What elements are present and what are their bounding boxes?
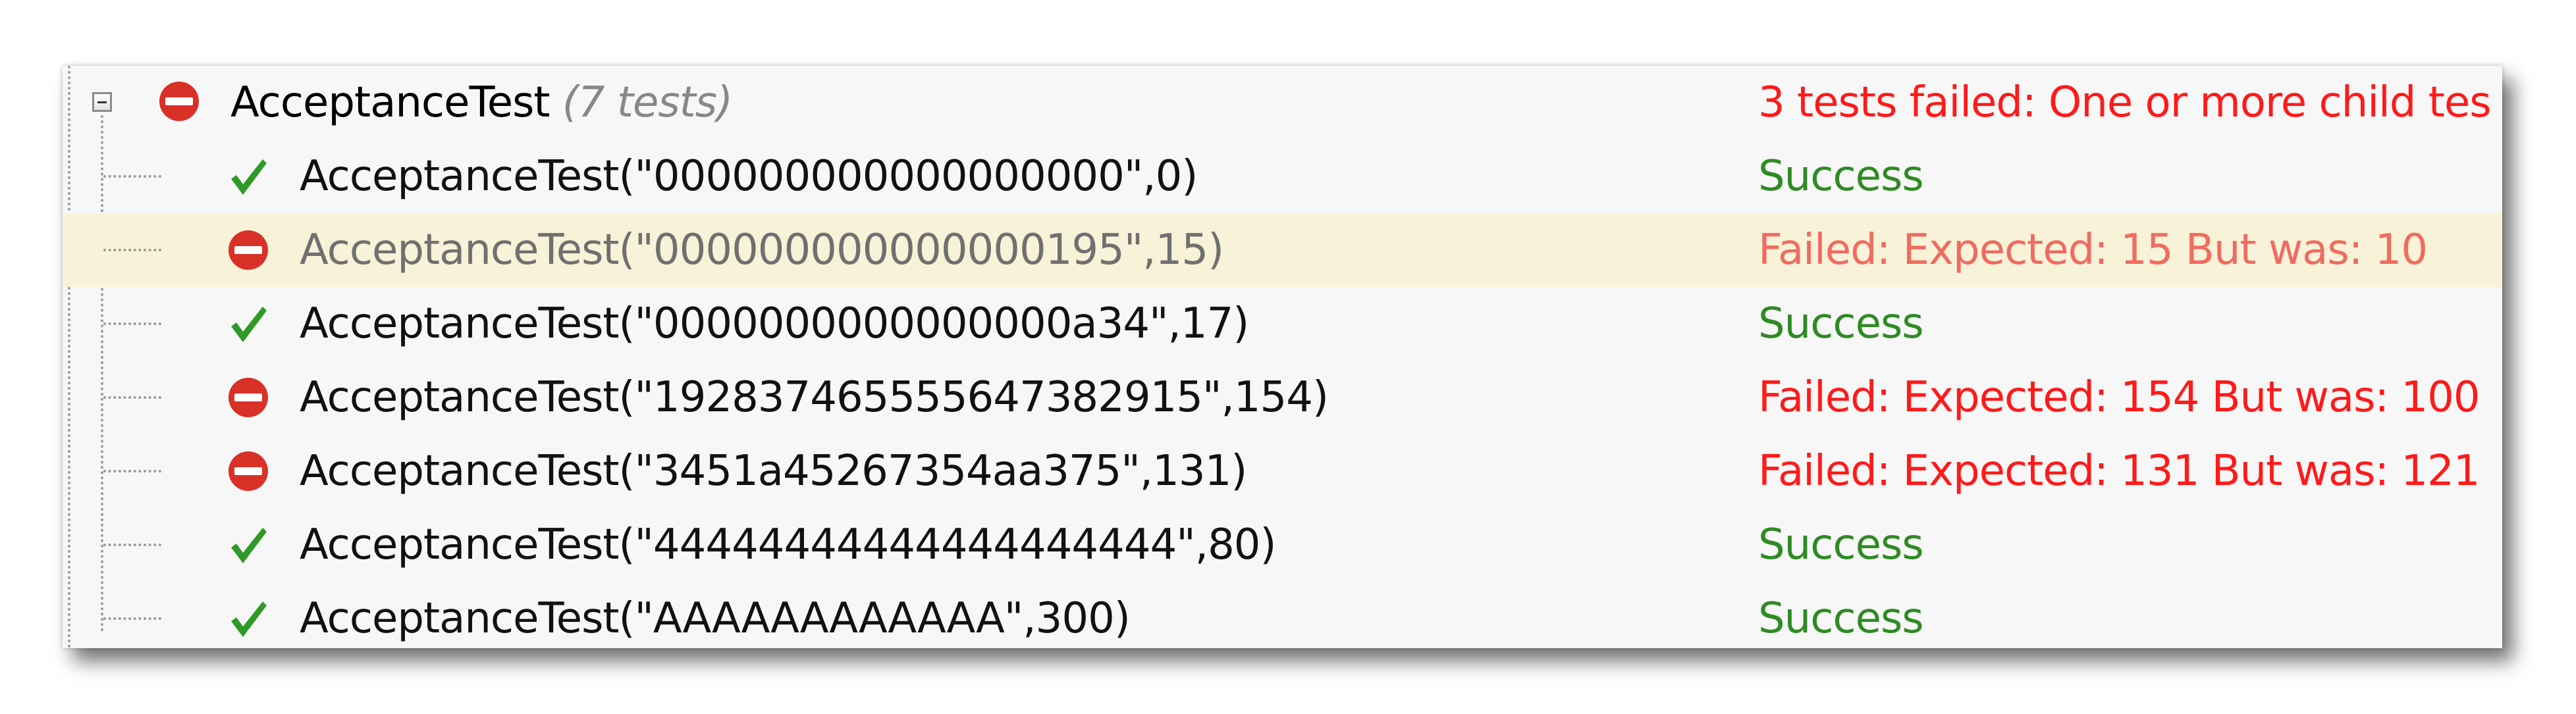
test-status: Failed: Expected: 15 But was: 10: [1758, 226, 2428, 274]
failed-icon: [228, 451, 268, 491]
test-status: Success: [1758, 521, 1924, 569]
check-icon: [231, 159, 267, 195]
check-icon: [231, 601, 267, 637]
test-row[interactable]: AcceptanceTest("192837465555647382915",1…: [63, 361, 2502, 434]
test-name: AcceptanceTest("000000000000000000",0): [300, 152, 1198, 201]
test-name: AcceptanceTest("44444444444444444444",80…: [300, 521, 1276, 569]
test-row[interactable]: AcceptanceTest("3451a45267354aa375",131)…: [63, 434, 2502, 508]
test-status: Failed: Expected: 154 But was: 100: [1758, 373, 2480, 422]
test-name: AcceptanceTest("AAAAAAAAAAAA",300): [300, 594, 1131, 643]
failed-icon: [228, 230, 268, 270]
suite-test-count: (7 tests): [562, 78, 733, 127]
test-name: AcceptanceTest("0000000000000000a34",17): [300, 299, 1249, 348]
collapse-icon[interactable]: [92, 92, 112, 112]
test-row[interactable]: AcceptanceTest("0000000000000000a34",17)…: [63, 287, 2502, 361]
test-row[interactable]: AcceptanceTest("44444444444444444444",80…: [63, 508, 2502, 582]
check-icon: [231, 528, 267, 563]
test-name: AcceptanceTest("000000000000000195",15): [300, 226, 1224, 274]
suite-status: 3 tests failed: One or more child tes: [1758, 78, 2492, 127]
tree-branch-line: [103, 249, 161, 251]
test-row[interactable]: AcceptanceTest("000000000000000195",15) F…: [63, 213, 2502, 287]
test-status: Success: [1758, 594, 1924, 643]
test-row[interactable]: AcceptanceTest("000000000000000000",0) Su…: [63, 140, 2502, 213]
tree-branch-line: [103, 322, 161, 325]
test-name: AcceptanceTest("192837465555647382915",1…: [300, 373, 1329, 422]
suite-row[interactable]: AcceptanceTest (7 tests) 3 tests failed:…: [63, 66, 2502, 140]
failed-icon: [228, 378, 268, 417]
suite-name: AcceptanceTest (7 tests): [230, 78, 733, 127]
suite-label: AcceptanceTest: [230, 78, 550, 127]
tree-branch-line: [103, 470, 161, 472]
tree-branch-line: [103, 544, 161, 546]
tree-branch-line: [103, 175, 161, 178]
test-name: AcceptanceTest("3451a45267354aa375",131): [300, 447, 1247, 496]
test-status: Failed: Expected: 131 But was: 121: [1758, 447, 2480, 496]
tree-branch-line: [103, 396, 161, 399]
failed-icon: [159, 82, 199, 121]
check-icon: [231, 307, 267, 342]
test-status: Success: [1758, 152, 1924, 201]
test-row[interactable]: AcceptanceTest("AAAAAAAAAAAA",300) Succes…: [63, 582, 2502, 648]
tree-branch-line: [103, 617, 161, 620]
test-results-tree: AcceptanceTest (7 tests) 3 tests failed:…: [63, 66, 2502, 648]
test-status: Success: [1758, 299, 1924, 348]
